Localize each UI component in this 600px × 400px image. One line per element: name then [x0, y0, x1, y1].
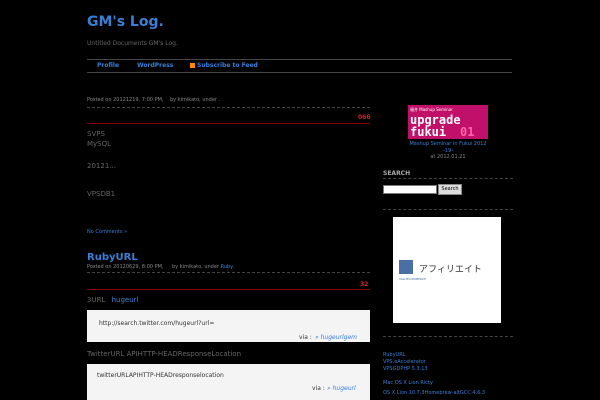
- nav-wordpress[interactable]: WordPress: [137, 62, 173, 69]
- ad-sub: VALUECOMMERCE: [399, 277, 426, 281]
- nav-subscribe[interactable]: Subscribe to Feed: [190, 62, 258, 69]
- post-meta-by: by kimikato, under .: [170, 97, 221, 103]
- comment-count[interactable]: 066: [358, 114, 371, 121]
- code-block: http://search.twitter.com/hugeurl?url= v…: [87, 310, 370, 342]
- recent-post-link[interactable]: RubyURL: [383, 352, 405, 358]
- recent-post-link[interactable]: Mac OS X Lion Ricty: [383, 380, 433, 386]
- post-text: 3URL hugeurl: [87, 296, 138, 304]
- code-text: http://search.twitter.com/hugeurl?url=: [99, 320, 215, 327]
- search-button[interactable]: Search: [438, 184, 462, 195]
- via-label: via :: [312, 385, 325, 392]
- rss-icon: [190, 63, 195, 68]
- banner-caption[interactable]: Mashup Seminar in Fukui 2012: [398, 141, 498, 147]
- post-text: MySQL: [87, 140, 112, 148]
- comments-link[interactable]: No Comments »: [87, 229, 127, 235]
- subscribe-label: Subscribe to Feed: [197, 62, 258, 69]
- ad-text: アフィリエイト: [419, 265, 482, 275]
- nav-profile[interactable]: Profile: [97, 62, 119, 69]
- post-text: VPSDB1: [87, 190, 116, 198]
- divider: [87, 107, 370, 109]
- site-description: Untitled Documents GM's Log.: [87, 40, 178, 47]
- code-block: twitterURLAPIHTTP-HEADresponselocation v…: [87, 364, 370, 400]
- hugeurl-link[interactable]: hugeurl: [112, 296, 139, 304]
- meta-by-text: by kimikato, under: [172, 264, 219, 270]
- valuecommerce-logo-icon: [399, 260, 413, 274]
- divider: [383, 209, 513, 211]
- banner-date: at 2012.01.21: [430, 154, 466, 160]
- post-text: SVPS: [87, 130, 105, 138]
- red-divider: [87, 289, 370, 290]
- post-meta-by: by kimikato, under Ruby.: [172, 264, 234, 270]
- post-meta: Posted on 20120629, 8:00 PM,: [87, 264, 164, 270]
- divider: [87, 272, 370, 274]
- banner-line2: fukui: [410, 125, 447, 139]
- category-link[interactable]: Ruby.: [221, 264, 234, 270]
- affiliate-ad[interactable]: アフィリエイト VALUECOMMERCE: [393, 217, 501, 323]
- recent-post-link[interactable]: OS X Lion 10.7.3Homebrew-altGCC 4.6.3: [383, 390, 485, 396]
- banner-line2-accent: 01: [460, 125, 475, 139]
- post-meta: Posted on 20121219, 7:00 PM,: [87, 97, 164, 103]
- post-text: 20121...: [87, 162, 116, 170]
- via-link[interactable]: » hugeurlgem: [315, 334, 357, 341]
- site-title[interactable]: GM's Log.: [87, 14, 164, 30]
- search-input[interactable]: [383, 185, 437, 194]
- recent-post-link[interactable]: VPS.eAccelerator: [383, 359, 426, 365]
- via-label: via :: [299, 334, 312, 341]
- via-link[interactable]: » hugeurl: [327, 385, 356, 392]
- intro-text: 3URL: [87, 296, 106, 304]
- divider: [383, 178, 513, 180]
- red-divider: [87, 123, 370, 124]
- search-heading: SEARCH: [383, 170, 411, 177]
- post-title[interactable]: RubyURL: [87, 252, 138, 263]
- main-nav: Profile WordPress Subscribe to Feed: [87, 59, 512, 73]
- post-text: TwitterURL APIHTTP-HEADResponseLocation: [87, 350, 242, 358]
- comment-count[interactable]: 32: [360, 281, 368, 288]
- divider: [383, 336, 513, 338]
- seminar-banner[interactable]: 福井 Mashup Seminar upgrade fukui 01: [408, 105, 488, 139]
- recent-post-link[interactable]: VPSGDPHP 5.3.13: [383, 366, 428, 372]
- code-text: twitterURLAPIHTTP-HEADresponselocation: [97, 372, 224, 379]
